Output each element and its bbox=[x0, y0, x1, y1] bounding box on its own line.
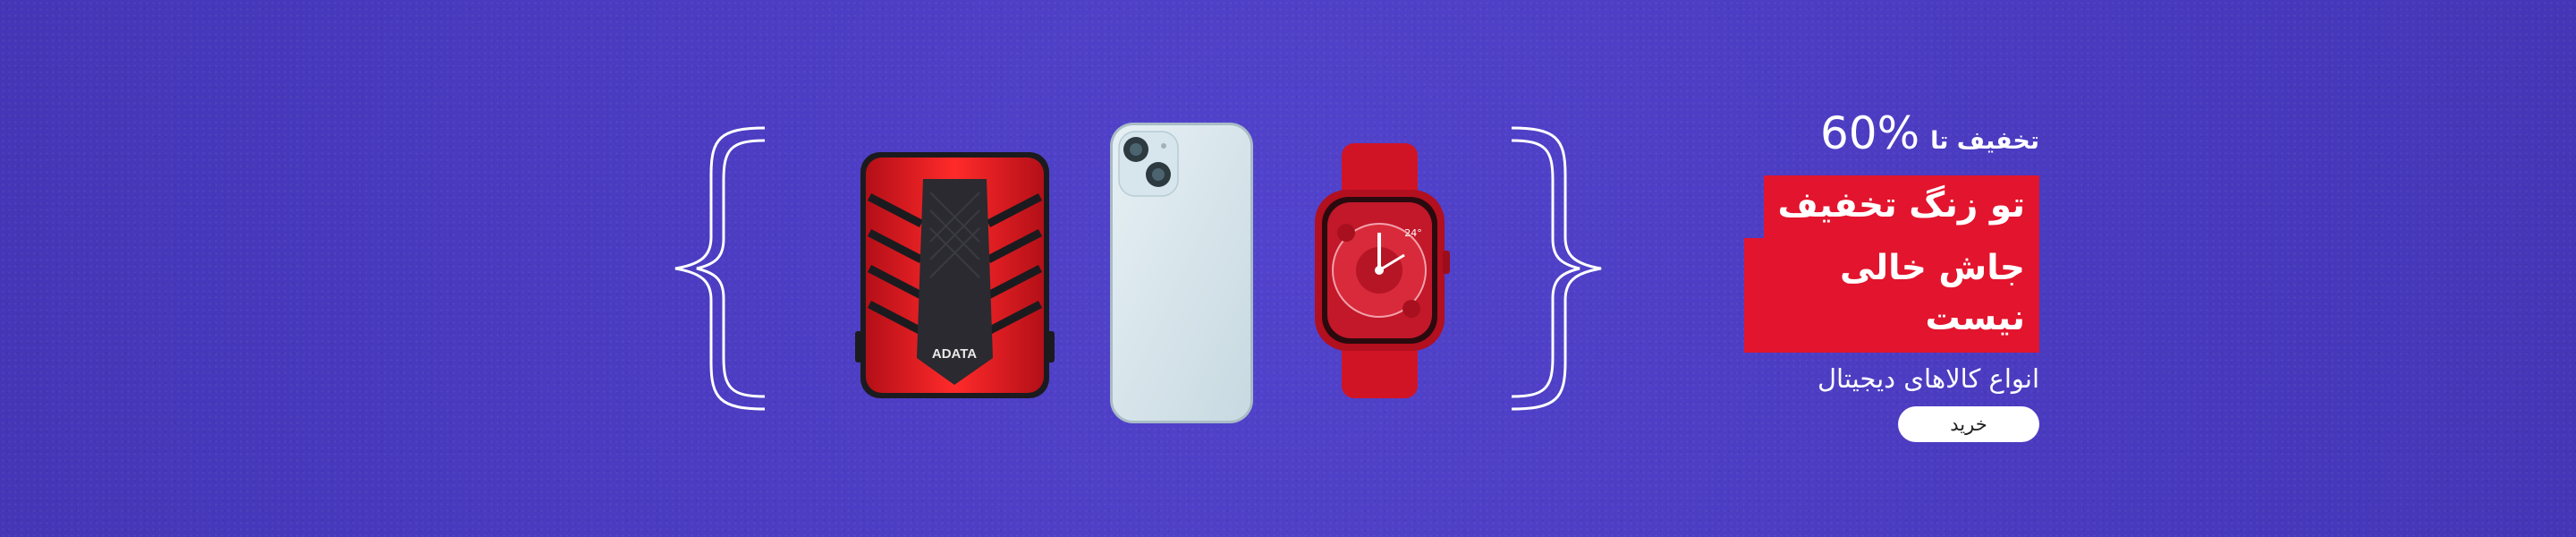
left-brace-decoration bbox=[674, 126, 766, 411]
headline-line-1: تو زنگ تخفیف bbox=[1763, 175, 2039, 240]
buy-button[interactable]: خرید bbox=[1898, 406, 2039, 442]
hdd-brand-label: ADATA bbox=[932, 346, 977, 362]
headline-line-2: جاش خالی نیست bbox=[1744, 238, 2039, 353]
promo-banner[interactable]: ADATA 24° تخفیف تا 60% تو زنگ تخفیف جاش … bbox=[0, 0, 2576, 537]
discount-prefix: تخفیف تا bbox=[1930, 127, 2039, 155]
discount-value: 60% bbox=[1819, 107, 1920, 159]
external-hard-drive-image: ADATA bbox=[855, 152, 1055, 398]
right-brace-decoration bbox=[1511, 126, 1602, 411]
promo-text-block: تخفیف تا 60% تو زنگ تخفیف جاش خالی نیست … bbox=[1744, 107, 2039, 442]
headline: تو زنگ تخفیف جاش خالی نیست bbox=[1744, 175, 2039, 353]
smartwatch-image: 24° bbox=[1315, 143, 1450, 398]
discount-line: تخفیف تا 60% bbox=[1744, 107, 2039, 163]
smartphone-image bbox=[1110, 123, 1253, 423]
watch-temp-label: 24° bbox=[1404, 227, 1422, 239]
subtitle: انواع کالاهای دیجیتال bbox=[1817, 363, 2039, 394]
